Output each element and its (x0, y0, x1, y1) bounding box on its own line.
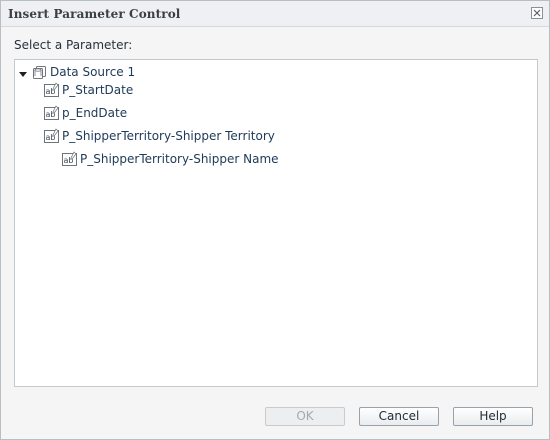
select-parameter-label: Select a Parameter: (14, 38, 133, 52)
dialog-title: Insert Parameter Control (8, 7, 181, 21)
text-parameter-icon: ab (44, 82, 60, 103)
tree-node-label: Data Source 1 (50, 65, 136, 79)
parameter-tree[interactable]: Data Source 1 ab P_StartDate ab p_EndDat… (14, 59, 538, 387)
tree-item-label: P_StartDate (62, 83, 134, 97)
text-parameter-icon: ab (44, 128, 60, 149)
insert-parameter-dialog: Insert Parameter Control Select a Parame… (0, 0, 550, 440)
help-button[interactable]: Help (453, 407, 533, 426)
tree-item-label: P_ShipperTerritory-Shipper Territory (62, 129, 275, 143)
cancel-button[interactable]: Cancel (359, 407, 439, 426)
tree-item-label: P_ShipperTerritory-Shipper Name (80, 152, 279, 166)
close-icon[interactable] (531, 7, 543, 19)
title-bar[interactable]: Insert Parameter Control (1, 1, 549, 27)
text-parameter-icon: ab (44, 105, 60, 126)
tree-item-label: p_EndDate (62, 106, 128, 120)
ok-button[interactable]: OK (265, 407, 345, 426)
expand-collapse-icon[interactable] (19, 67, 29, 77)
text-parameter-icon: ab (62, 151, 78, 172)
